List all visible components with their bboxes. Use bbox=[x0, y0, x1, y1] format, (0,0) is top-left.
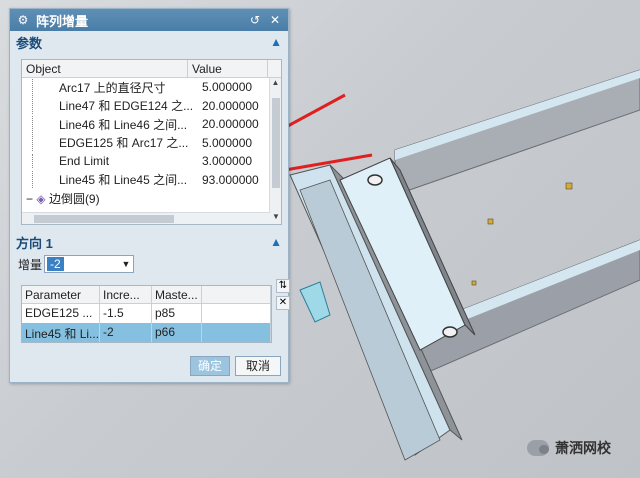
value-cell[interactable]: 5.000000 bbox=[198, 136, 278, 150]
increment-combobox[interactable]: -2 ▼ bbox=[44, 255, 135, 273]
table-row[interactable]: End Limit 3.000000 bbox=[22, 152, 281, 171]
increment-label: 增量 bbox=[18, 257, 43, 272]
value-cell[interactable]: 20.000000 bbox=[198, 99, 278, 113]
dialog-footer: 确定 取消 bbox=[10, 352, 288, 382]
reset-icon[interactable]: ↺ bbox=[248, 13, 262, 27]
increment-row: 增量 -2 ▼ bbox=[10, 253, 288, 275]
value-cell[interactable]: 93.000000 bbox=[198, 173, 278, 187]
chevron-up-icon[interactable]: ▲ bbox=[270, 235, 282, 249]
dialog-title-bar: ⚙ 阵列增量 ↺ ✕ bbox=[10, 9, 288, 31]
object-cell: Line45 和 Line45 之间... bbox=[32, 171, 198, 189]
collapse-minus-icon[interactable]: − bbox=[26, 192, 33, 206]
column-header-object[interactable]: Object bbox=[22, 60, 188, 77]
horizontal-scrollbar[interactable] bbox=[22, 212, 270, 224]
object-cell: Line46 和 Line46 之间... bbox=[32, 115, 198, 133]
increment-cell[interactable]: -2 bbox=[100, 323, 152, 342]
watermark-text: 萧洒网校 bbox=[555, 440, 611, 456]
increment-value[interactable]: -2 bbox=[47, 257, 64, 271]
parameter-grid: Parameter Incre... Maste... EDGE125 ... … bbox=[21, 285, 272, 343]
gear-icon: ⚙ bbox=[17, 13, 29, 27]
value-cell[interactable]: 20.000000 bbox=[198, 117, 278, 131]
master-cell: p85 bbox=[152, 304, 202, 323]
object-cell: Line47 和 EDGE124 之... bbox=[32, 97, 198, 115]
column-header-parameter[interactable]: Parameter bbox=[22, 286, 100, 303]
scroll-thumb[interactable] bbox=[272, 98, 280, 188]
vertical-scrollbar[interactable]: ▲ ▼ bbox=[269, 78, 281, 224]
column-header-value[interactable]: Value bbox=[188, 60, 268, 77]
object-cell: End Limit bbox=[32, 154, 198, 169]
table-row[interactable]: Arc17 上的直径尺寸 5.000000 bbox=[22, 78, 281, 97]
column-header-master[interactable]: Maste... bbox=[152, 286, 202, 303]
value-cell[interactable]: 3.000000 bbox=[198, 154, 278, 168]
params-section-header[interactable]: 参数 ▲ bbox=[10, 31, 288, 53]
wechat-icon bbox=[527, 440, 549, 456]
increment-cell[interactable]: -1.5 bbox=[100, 304, 152, 323]
scroll-down-icon[interactable]: ▼ bbox=[270, 212, 281, 224]
scroll-thumb[interactable] bbox=[34, 215, 174, 223]
parameter-cell: EDGE125 ... bbox=[22, 304, 100, 323]
table-row[interactable]: EDGE125 ... -1.5 p85 bbox=[22, 304, 271, 323]
empty-cell bbox=[202, 323, 271, 342]
tree-node-row[interactable]: − ◈ 边倒圆(9) bbox=[22, 189, 281, 208]
blend-feature-icon: ◈ bbox=[36, 191, 46, 206]
object-cell: Arc17 上的直径尺寸 bbox=[32, 78, 198, 96]
value-cell[interactable]: 5.000000 bbox=[198, 80, 278, 94]
dialog-title: 阵列增量 bbox=[36, 13, 89, 29]
tree-node[interactable]: − ◈ 边倒圆(9) bbox=[22, 190, 188, 207]
table-row-selected[interactable]: Line45 和 Li... -2 p66 bbox=[22, 323, 271, 342]
direction-section-header[interactable]: 方向 1 ▲ bbox=[10, 231, 288, 253]
direction-section: 方向 1 ▲ 增量 -2 ▼ bbox=[10, 231, 288, 275]
params-section-title: 参数 bbox=[16, 35, 43, 51]
chevron-down-icon[interactable]: ▼ bbox=[119, 259, 133, 269]
chevron-up-icon[interactable]: ▲ bbox=[270, 35, 282, 49]
table-row[interactable]: Line45 和 Line45 之间... 93.000000 bbox=[22, 171, 281, 190]
pattern-increment-dialog: ⚙ 阵列增量 ↺ ✕ 参数 ▲ Object Value Arc17 上的直径尺… bbox=[9, 8, 290, 383]
object-cell: EDGE125 和 Arc17 之... bbox=[32, 134, 198, 152]
empty-cell bbox=[202, 304, 271, 323]
table-row[interactable]: Line46 和 Line46 之间... 20.000000 bbox=[22, 115, 281, 134]
sort-icon[interactable]: ⇅ bbox=[276, 279, 290, 293]
master-cell: p66 bbox=[152, 323, 202, 342]
cancel-button[interactable]: 取消 bbox=[235, 356, 281, 376]
ok-button[interactable]: 确定 bbox=[190, 356, 230, 376]
parameter-cell: Line45 和 Li... bbox=[22, 323, 100, 342]
close-icon[interactable]: ✕ bbox=[268, 13, 282, 27]
table-row[interactable]: EDGE125 和 Arc17 之... 5.000000 bbox=[22, 134, 281, 153]
table-row[interactable]: Line47 和 EDGE124 之... 20.000000 bbox=[22, 97, 281, 116]
watermark: 萧洒网校 bbox=[527, 438, 611, 458]
scroll-up-icon[interactable]: ▲ bbox=[270, 78, 281, 90]
object-value-grid: Object Value Arc17 上的直径尺寸 5.000000 Line4… bbox=[21, 59, 282, 225]
column-header-increment[interactable]: Incre... bbox=[100, 286, 152, 303]
tree-node-label: 边倒圆(9) bbox=[48, 191, 100, 206]
delete-icon[interactable]: ✕ bbox=[276, 296, 290, 310]
column-header-empty bbox=[202, 286, 271, 303]
direction-section-title: 方向 1 bbox=[16, 235, 53, 251]
